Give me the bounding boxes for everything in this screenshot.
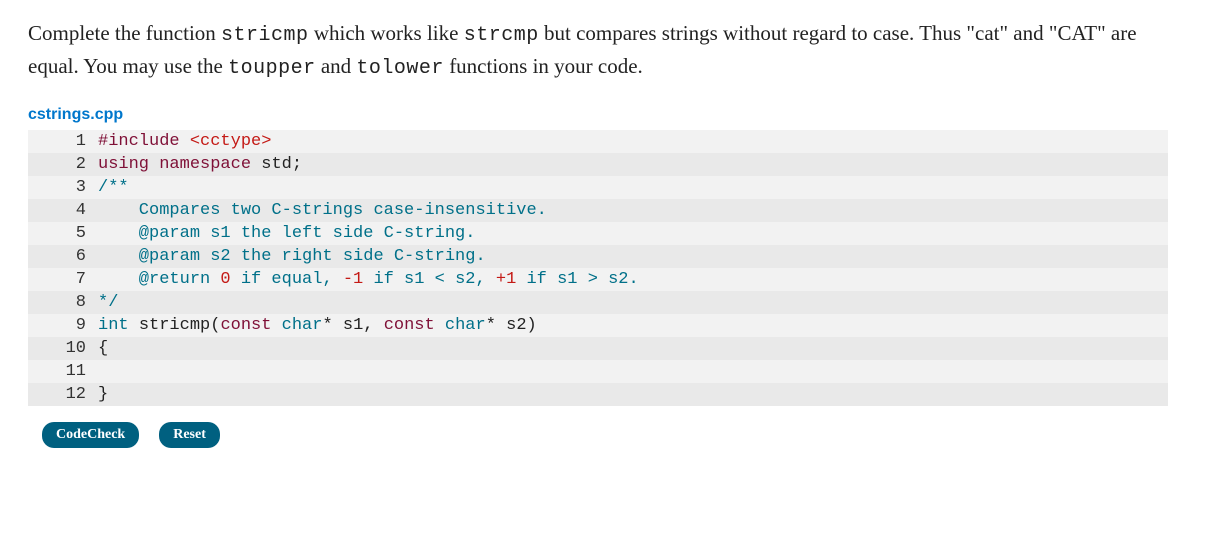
code-token: if equal,	[231, 270, 343, 289]
code-token: {	[98, 339, 108, 358]
code-content[interactable]: int stricmp(const char* s1, const char* …	[98, 314, 1168, 337]
code-token: 0	[220, 270, 230, 289]
code-token: char	[445, 316, 486, 335]
code-token: char	[282, 316, 323, 335]
inline-code: strcmp	[464, 24, 539, 47]
reset-button[interactable]: Reset	[159, 422, 220, 448]
prompt-text: Complete the function	[28, 21, 221, 45]
code-token: using	[98, 155, 159, 174]
line-number: 10	[28, 337, 98, 360]
line-number: 7	[28, 268, 98, 291]
code-line[interactable]: 2using namespace std;	[28, 153, 1168, 176]
problem-statement: Complete the function stricmp which work…	[28, 18, 1180, 84]
code-content[interactable]: Compares two C-strings case-insensitive.	[98, 199, 1168, 222]
code-editor[interactable]: 1#include <cctype>2using namespace std;3…	[28, 130, 1168, 406]
code-token: +1	[496, 270, 516, 289]
code-token: * s2)	[486, 316, 537, 335]
code-line[interactable]: 11	[28, 360, 1168, 383]
line-number: 9	[28, 314, 98, 337]
code-token: }	[98, 385, 108, 404]
line-number: 8	[28, 291, 98, 314]
code-content[interactable]: @param s2 the right side C-string.	[98, 245, 1168, 268]
code-line[interactable]: 12}	[28, 383, 1168, 406]
code-token: stricmp(	[139, 316, 221, 335]
code-token: if s1 < s2,	[363, 270, 496, 289]
code-token: <cctype>	[190, 132, 272, 151]
code-line[interactable]: 3/**	[28, 176, 1168, 199]
code-token: @return	[98, 270, 220, 289]
inline-code: stricmp	[221, 24, 309, 47]
code-content[interactable]	[98, 360, 1168, 383]
button-row: CodeCheck Reset	[28, 422, 1180, 448]
prompt-text: which works like	[309, 21, 464, 45]
code-line[interactable]: 10{	[28, 337, 1168, 360]
code-content[interactable]: }	[98, 383, 1168, 406]
code-token: * s1,	[322, 316, 383, 335]
line-number: 2	[28, 153, 98, 176]
code-content[interactable]: {	[98, 337, 1168, 360]
code-token: const	[384, 316, 445, 335]
code-token: namespace	[159, 155, 261, 174]
code-line[interactable]: 4 Compares two C-strings case-insensitiv…	[28, 199, 1168, 222]
code-token: Compares two C-strings case-insensitive.	[98, 201, 547, 220]
code-token: /**	[98, 178, 129, 197]
code-content[interactable]: */	[98, 291, 1168, 314]
code-content[interactable]: /**	[98, 176, 1168, 199]
inline-code: tolower	[356, 57, 444, 80]
code-token: std;	[261, 155, 302, 174]
codecheck-button[interactable]: CodeCheck	[42, 422, 139, 448]
code-line[interactable]: 1#include <cctype>	[28, 130, 1168, 153]
line-number: 12	[28, 383, 98, 406]
line-number: 4	[28, 199, 98, 222]
code-line[interactable]: 9int stricmp(const char* s1, const char*…	[28, 314, 1168, 337]
prompt-text: and	[316, 54, 357, 78]
code-content[interactable]: using namespace std;	[98, 153, 1168, 176]
code-token: #include	[98, 132, 190, 151]
line-number: 6	[28, 245, 98, 268]
prompt-text: functions in your code.	[444, 54, 643, 78]
line-number: 5	[28, 222, 98, 245]
code-token: const	[220, 316, 281, 335]
code-token: */	[98, 293, 118, 312]
code-token: if s1 > s2.	[516, 270, 638, 289]
code-token: -1	[343, 270, 363, 289]
code-token: @param s1 the left side C-string.	[98, 224, 475, 243]
code-token: @param s2 the right side C-string.	[98, 247, 486, 266]
code-line[interactable]: 6 @param s2 the right side C-string.	[28, 245, 1168, 268]
source-filename: cstrings.cpp	[28, 106, 1180, 124]
code-line[interactable]: 7 @return 0 if equal, -1 if s1 < s2, +1 …	[28, 268, 1168, 291]
code-line[interactable]: 8*/	[28, 291, 1168, 314]
code-content[interactable]: @param s1 the left side C-string.	[98, 222, 1168, 245]
code-content[interactable]: @return 0 if equal, -1 if s1 < s2, +1 if…	[98, 268, 1168, 291]
line-number: 3	[28, 176, 98, 199]
code-content[interactable]: #include <cctype>	[98, 130, 1168, 153]
code-line[interactable]: 5 @param s1 the left side C-string.	[28, 222, 1168, 245]
inline-code: toupper	[228, 57, 316, 80]
line-number: 1	[28, 130, 98, 153]
line-number: 11	[28, 360, 98, 383]
code-token: int	[98, 316, 139, 335]
